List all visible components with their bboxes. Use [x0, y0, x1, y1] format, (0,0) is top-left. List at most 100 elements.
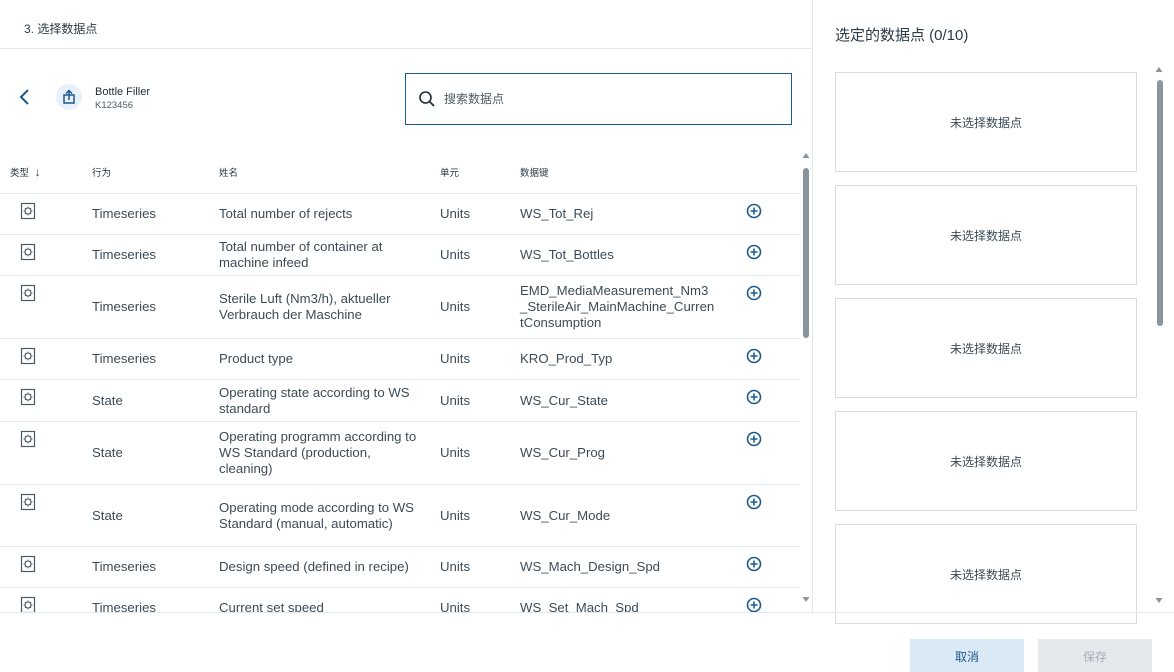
add-datapoint-button[interactable] [745, 555, 763, 573]
plus-circle-icon [746, 597, 762, 612]
empty-slot: 未选择数据点 [835, 72, 1137, 172]
datapoint-icon [20, 555, 36, 573]
search-input[interactable] [444, 92, 774, 106]
row-key: WS_Cur_State [520, 392, 608, 408]
table-row[interactable]: Timeseries Current set speed Units WS_Set_M… [0, 588, 800, 612]
add-datapoint-button[interactable] [745, 388, 763, 406]
table-header: 类型 ↓ 行为 姓名 单元 数据键 [0, 150, 800, 194]
row-name: Total number of container at machine inf… [219, 239, 383, 270]
column-header-behavior[interactable]: 行为 [92, 165, 111, 179]
empty-slot: 未选择数据点 [835, 524, 1137, 624]
row-unit: Units [440, 392, 471, 408]
table-row[interactable]: Timeseries Product type Units KRO_Prod_Typ [0, 339, 800, 380]
row-unit: Units [440, 445, 471, 460]
table-row[interactable]: Timeseries Sterile Luft (Nm3/h), aktuelle… [0, 276, 800, 339]
table-scroll-thumb[interactable] [803, 168, 809, 338]
datapoint-icon [20, 243, 36, 261]
table-row[interactable]: Timeseries Design speed (defined in recip… [0, 547, 800, 588]
row-behavior: Timeseries [92, 206, 156, 221]
row-behavior: Timeseries [92, 247, 156, 262]
plus-circle-icon [746, 244, 762, 260]
plus-circle-icon [746, 494, 762, 510]
row-name: Operating state according to WS standard [219, 384, 410, 416]
column-header-name[interactable]: 姓名 [219, 165, 238, 179]
row-unit: Units [440, 206, 471, 221]
row-key: WS_Cur_Prog [520, 445, 606, 460]
add-datapoint-button[interactable] [745, 493, 763, 511]
plus-circle-icon [746, 203, 762, 219]
footer-divider [0, 612, 1174, 613]
device-upload-icon [56, 84, 82, 110]
add-datapoint-button[interactable] [745, 430, 763, 448]
row-name: Current set speed [219, 599, 324, 613]
row-unit: Units [440, 599, 471, 613]
row-name: Design speed (defined in recipe) [219, 559, 409, 574]
save-button[interactable]: 保存 [1038, 639, 1152, 672]
row-name: Operating mode according to WS Standard … [219, 499, 414, 531]
datapoint-icon [20, 430, 36, 448]
row-behavior: Timeseries [92, 559, 156, 574]
add-datapoint-button[interactable] [745, 243, 763, 261]
row-key: WS_Cur_Mode [520, 507, 611, 523]
empty-slot: 未选择数据点 [835, 185, 1137, 285]
datapoint-icon [20, 284, 36, 302]
add-datapoint-button[interactable] [745, 284, 763, 302]
column-header-key[interactable]: 数据键 [520, 165, 549, 179]
row-key: WS_Mach_Design_Spd [520, 559, 661, 574]
device-name: Bottle Filler [95, 86, 151, 98]
row-key: WS_Set_Mach_Spd [520, 599, 639, 613]
row-unit: Units [440, 559, 471, 574]
row-behavior: Timeseries [92, 299, 156, 314]
datapoint-icon [20, 493, 36, 511]
row-key: KRO_Prod_Typ [520, 351, 613, 366]
arrow-down-icon: ↓ [34, 165, 41, 179]
row-name: Total number of rejects [219, 206, 353, 221]
plus-circle-icon [746, 348, 762, 364]
table-row[interactable]: Timeseries Total number of container at m… [0, 235, 800, 276]
add-datapoint-button[interactable] [745, 596, 763, 612]
row-name: Product type [219, 351, 294, 366]
table-body: Timeseries Total number of rejects Units WS… [0, 194, 800, 612]
step-title: 3. 选择数据点 [24, 22, 98, 36]
table-row[interactable]: State Operating mode according to WS Stan… [0, 485, 800, 547]
search-icon [419, 91, 435, 107]
device-id: K123456 [95, 100, 134, 111]
row-key: WS_Tot_Rej [520, 206, 594, 221]
row-behavior: Timeseries [92, 351, 156, 366]
row-behavior: Timeseries [92, 599, 156, 613]
plus-circle-icon [746, 389, 762, 405]
datapoint-icon [20, 347, 36, 365]
row-unit: Units [440, 247, 471, 262]
row-behavior: State [92, 445, 123, 460]
divider [0, 48, 812, 49]
row-unit: Units [440, 299, 471, 314]
empty-slot: 未选择数据点 [835, 298, 1137, 398]
add-datapoint-button[interactable] [745, 347, 763, 365]
row-behavior: State [92, 392, 123, 408]
column-header-unit[interactable]: 单元 [440, 165, 459, 179]
datapoint-icon [20, 596, 36, 612]
selected-title: 选定的数据点 (0/10) [835, 27, 969, 44]
datapoint-icon [20, 388, 36, 406]
plus-circle-icon [746, 431, 762, 447]
back-button[interactable] [14, 86, 36, 108]
table-row[interactable]: State Operating state according to WS sta… [0, 380, 800, 422]
selection-scroll-thumb[interactable] [1157, 80, 1163, 326]
row-unit: Units [440, 507, 471, 523]
datapoint-icon [20, 202, 36, 220]
plus-circle-icon [746, 285, 762, 301]
cancel-button[interactable]: 取消 [910, 639, 1024, 672]
datapoint-table: 类型 ↓ 行为 姓名 单元 数据键 Timeseries Total number… [0, 150, 812, 612]
row-name: Sterile Luft (Nm3/h), aktueller Verbrauc… [219, 291, 391, 322]
table-row[interactable]: Timeseries Total number of rejects Units WS… [0, 194, 800, 235]
selected-datapoints-panel: 选定的数据点 (0/10) 未选择数据点 未选择数据点 未选择数据点 未选择数据… [812, 0, 1174, 624]
table-row[interactable]: State Operating programm according to WS … [0, 422, 800, 485]
column-header-type[interactable]: 类型 ↓ [10, 165, 41, 179]
empty-slot: 未选择数据点 [835, 411, 1137, 511]
add-datapoint-button[interactable] [745, 202, 763, 220]
row-behavior: State [92, 507, 123, 523]
plus-circle-icon [746, 556, 762, 572]
row-unit: Units [440, 351, 471, 366]
search-box[interactable] [405, 73, 792, 125]
datapoint-selection-panel: 3. 选择数据点 Bottle Filler K123456 类型 ↓ 行为 姓… [0, 0, 812, 612]
